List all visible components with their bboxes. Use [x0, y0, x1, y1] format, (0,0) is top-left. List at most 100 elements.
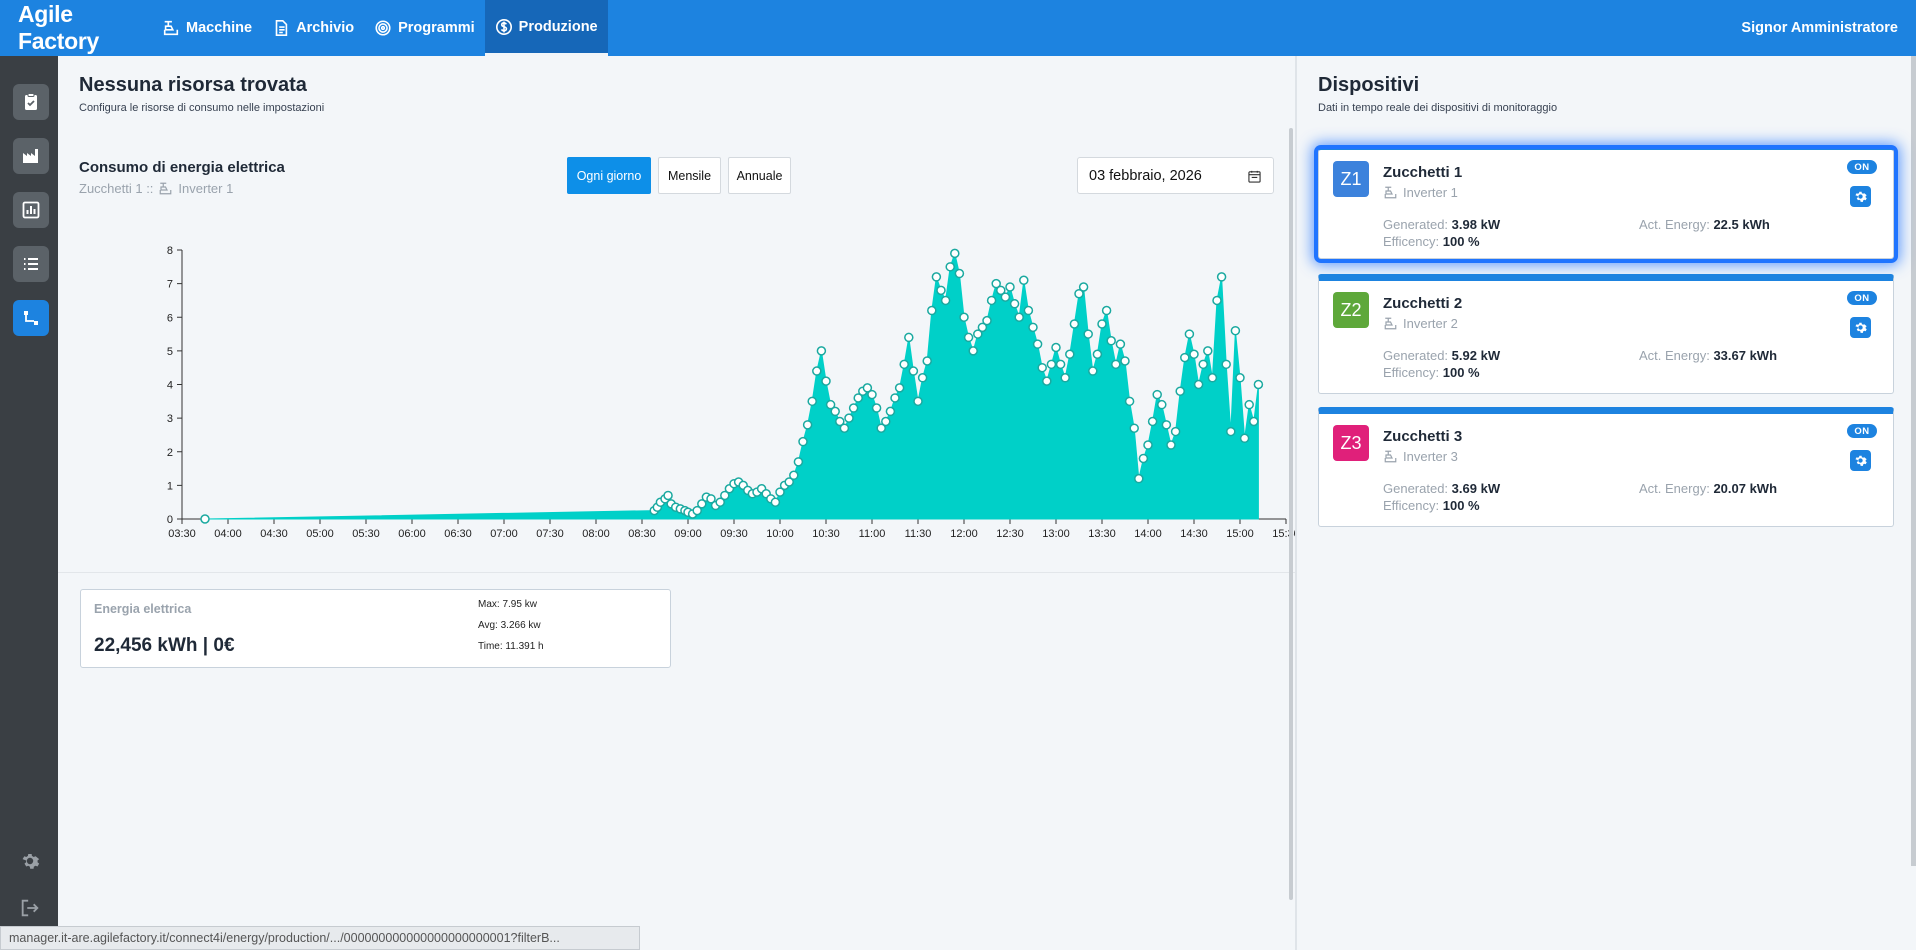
chart-point	[1106, 336, 1116, 346]
chart-source: Zucchetti 1 :: Inverter 1	[79, 181, 233, 196]
device-name: Zucchetti 1	[1383, 164, 1463, 181]
sidebar-item-stats[interactable]	[13, 192, 49, 228]
chart-point	[789, 470, 799, 481]
chart-point	[1212, 295, 1222, 306]
device-generated: Generated: 3.69 kW	[1383, 481, 1501, 496]
device-settings-button[interactable]	[1850, 450, 1871, 471]
chart-point	[663, 490, 673, 501]
device-settings-button[interactable]	[1850, 186, 1871, 207]
chart-point	[982, 315, 992, 326]
chart-point	[871, 403, 882, 413]
chart-point	[945, 262, 955, 272]
x-tick-label: 11:00	[859, 528, 886, 540]
energy-area-chart[interactable]: 0 1 2 3 4 5 6 7 8 03:30 04:00 04:30 05:00 05:30 06:00 0…	[98, 236, 1298, 596]
chart-point	[1166, 440, 1176, 450]
chart-point	[1253, 379, 1264, 390]
chart-point	[1042, 376, 1052, 386]
chart-point	[1115, 339, 1126, 349]
period-daily-button[interactable]: Ogni giorno	[567, 157, 651, 194]
chart-point	[890, 393, 900, 403]
x-tick-label: 09:30	[720, 528, 748, 540]
x-tick-label: 04:00	[214, 528, 242, 540]
chart-point	[1032, 339, 1043, 349]
flow-icon	[24, 311, 38, 325]
sidebar-item-factory[interactable]	[13, 138, 49, 174]
chart-point	[1147, 416, 1158, 427]
chart-point	[1028, 322, 1038, 333]
chart-point	[816, 346, 827, 356]
chart-point	[812, 366, 822, 376]
device-card-z3[interactable]: Z3 Zucchetti 3 Inverter 3 ON Generated: …	[1318, 407, 1894, 527]
inverter-icon	[160, 182, 172, 195]
x-tick-label: 13:00	[1042, 528, 1070, 540]
list-icon	[24, 258, 38, 270]
device-efficiency: Efficency: 100 %	[1383, 498, 1480, 513]
chart-point	[936, 285, 946, 296]
energy-total: 22,456 kWh | 0€	[94, 635, 235, 656]
x-tick-label: 14:00	[1134, 528, 1162, 540]
device-generated: Generated: 5.92 kW	[1383, 348, 1501, 363]
devices-scrollbar[interactable]	[1911, 56, 1916, 866]
chart-point	[940, 295, 951, 306]
period-monthly-button[interactable]: Mensile	[658, 157, 721, 194]
device-inverter-label: Inverter 2	[1403, 316, 1458, 331]
device-inverter-label: Inverter 1	[1403, 185, 1458, 200]
energy-time: Time: 11.391 h	[478, 641, 544, 652]
chart-point	[1249, 416, 1259, 427]
chart-point	[1124, 396, 1135, 407]
nav-produzione[interactable]: Produzione	[484, 0, 608, 56]
chart-inverter: Inverter 1	[178, 181, 234, 196]
device-settings-button[interactable]	[1850, 317, 1871, 338]
chart-point	[1198, 359, 1208, 370]
sidebar-item-flow[interactable]	[13, 300, 49, 336]
sidebar-item-tasks[interactable]	[13, 84, 49, 120]
device-badge: Z1	[1333, 161, 1369, 197]
page-title: Nessuna risorsa trovata	[79, 74, 307, 96]
chart-point	[908, 366, 919, 376]
device-card-z1[interactable]: Z1 Zucchetti 1 Inverter 1 ON Generated: …	[1318, 149, 1894, 259]
chart-point	[931, 272, 942, 282]
sidebar-logout[interactable]	[18, 896, 42, 920]
chart-point	[922, 356, 932, 366]
chart-point	[1189, 349, 1199, 359]
chart-point	[881, 416, 891, 427]
nav-programmi[interactable]: Programmi	[364, 0, 485, 56]
chart-point	[986, 295, 997, 306]
programs-icon	[375, 20, 391, 36]
chart-point	[1134, 473, 1144, 484]
x-tick-label: 14:30	[1180, 528, 1208, 540]
calendar-icon	[1248, 170, 1261, 183]
chart-point	[1244, 399, 1254, 410]
period-yearly-button[interactable]: Annuale	[728, 157, 791, 194]
inverter-icon	[1384, 450, 1397, 463]
chart-point	[1138, 453, 1149, 464]
main-nav: Macchine Archivio Programmi Produzione	[152, 0, 608, 56]
chart-point	[1193, 379, 1204, 390]
chart-point	[1101, 305, 1112, 316]
device-card-z2[interactable]: Z2 Zucchetti 2 Inverter 2 ON Generated: …	[1318, 274, 1894, 394]
chart-point	[1143, 440, 1153, 450]
status-badge: ON	[1847, 424, 1877, 438]
device-energy: Act. Energy: 33.67 kWh	[1639, 348, 1778, 363]
app-logo[interactable]: Agile Factory	[0, 1, 152, 55]
section-divider	[58, 572, 1295, 573]
nav-macchine[interactable]: Macchine	[152, 0, 262, 56]
sidebar-item-list[interactable]	[13, 246, 49, 282]
date-picker[interactable]: 03 febbraio, 2026	[1077, 157, 1274, 194]
y-tick-label: 6	[167, 312, 173, 324]
nav-archivio[interactable]: Archivio	[262, 0, 364, 56]
main-scrollbar[interactable]	[1289, 128, 1293, 900]
y-tick-label: 5	[167, 346, 173, 358]
chart-point	[1014, 312, 1024, 322]
production-icon	[495, 18, 512, 35]
devices-title: Dispositivi	[1318, 74, 1420, 96]
gear-icon	[1855, 455, 1867, 466]
energy-avg: Avg: 3.266 kw	[478, 620, 541, 631]
chart-point	[798, 436, 808, 447]
chart-point	[1207, 373, 1218, 383]
sidebar-settings[interactable]	[18, 849, 42, 873]
y-tick-label: 4	[167, 380, 173, 392]
chart-point	[1170, 426, 1181, 437]
chart-point	[1065, 349, 1075, 359]
user-menu[interactable]: Signor Amministratore	[1741, 20, 1898, 36]
